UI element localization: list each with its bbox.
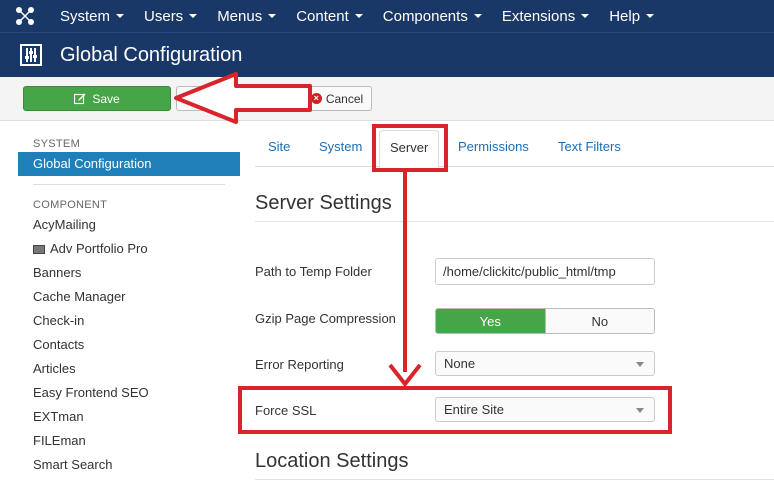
menu-label: System: [60, 7, 111, 25]
sidebar-item-label: Adv Portfolio Pro: [50, 241, 148, 256]
menu-label: Components: [382, 7, 468, 25]
sidebar-item-label: Cache Manager: [33, 289, 126, 304]
config-tabs: Site System Server Permissions Text Filt…: [255, 130, 774, 168]
joomla-logo-icon[interactable]: [0, 0, 50, 32]
gzip-toggle: Yes No: [435, 308, 655, 334]
caret-down-icon: [189, 14, 198, 18]
save-label: Save: [92, 91, 120, 106]
section-divider: [255, 221, 774, 222]
sliders-icon: [20, 44, 42, 66]
caret-down-icon: [473, 14, 482, 18]
temp-folder-input[interactable]: [435, 258, 655, 285]
gzip-no-button[interactable]: No: [544, 309, 654, 333]
sidebar-item-easy-frontend-seo[interactable]: Easy Frontend SEO: [18, 381, 240, 405]
sidebar-item-acymailing[interactable]: AcyMailing: [18, 213, 240, 237]
caret-down-icon: [646, 14, 655, 18]
sidebar-divider: [33, 184, 225, 185]
sidebar-item-label: Articles: [33, 361, 76, 376]
section-divider: [255, 479, 774, 480]
image-icon: [33, 244, 45, 254]
sidebar-heading-component: COMPONENT: [33, 199, 108, 211]
toolbar: Save: [0, 77, 774, 121]
caret-down-icon: [268, 14, 277, 18]
sidebar-item-label: Banners: [33, 265, 82, 280]
caret-down-icon: [116, 14, 125, 18]
menu-label: Help: [609, 7, 641, 25]
sidebar-item-label: Global Configuration: [33, 156, 152, 171]
page-title: Global Configuration: [60, 43, 243, 66]
menu-components[interactable]: Components: [373, 0, 492, 32]
tab-text-filters[interactable]: Text Filters: [558, 139, 621, 154]
sidebar-item-cache-manager[interactable]: Cache Manager: [18, 285, 240, 309]
sidebar-item-adv-portfolio-pro[interactable]: Adv Portfolio Pro: [18, 237, 240, 261]
error-reporting-label: Error Reporting: [255, 357, 344, 372]
sidebar-item-smart-search[interactable]: Smart Search: [18, 453, 240, 477]
select-value: None: [444, 356, 476, 371]
sidebar-item-banners[interactable]: Banners: [18, 261, 240, 285]
menu-help[interactable]: Help: [599, 0, 664, 32]
menu-users[interactable]: Users: [134, 0, 207, 32]
sidebar-item-label: EXTman: [33, 409, 84, 424]
sidebar-item-articles[interactable]: Articles: [18, 357, 240, 381]
top-menu-bar: System Users Menus Content Components Ex…: [0, 0, 774, 32]
save-and-close-button[interactable]: [176, 86, 306, 111]
temp-folder-label: Path to Temp Folder: [255, 264, 372, 279]
sidebar-item-label: Easy Frontend SEO: [33, 385, 149, 400]
menu-content[interactable]: Content: [286, 0, 373, 32]
edit-icon: [74, 93, 86, 104]
page-header: Global Configuration: [0, 32, 774, 77]
sidebar: SYSTEM Global Configuration COMPONENT Ac…: [18, 132, 240, 477]
menu-label: Users: [144, 7, 184, 25]
sidebar-item-check-in[interactable]: Check-in: [18, 309, 240, 333]
sidebar-item-label: Check-in: [33, 313, 85, 328]
menu-label: Content: [296, 7, 349, 25]
menu-label: Menus: [217, 7, 263, 25]
location-settings-heading: Location Settings: [255, 450, 409, 472]
menu-menus[interactable]: Menus: [207, 0, 286, 32]
sidebar-item-label: Smart Search: [33, 457, 113, 472]
save-button[interactable]: Save: [23, 86, 171, 111]
menu-system[interactable]: System: [50, 0, 134, 32]
tab-permissions[interactable]: Permissions: [458, 139, 529, 154]
tab-site[interactable]: Site: [268, 139, 290, 154]
annotation-box-server-tab: [372, 124, 448, 172]
sidebar-heading-system: SYSTEM: [33, 138, 81, 150]
error-reporting-select[interactable]: None: [435, 351, 655, 376]
menu-label: Extensions: [501, 7, 576, 25]
gzip-label: Gzip Page Compression: [255, 311, 396, 326]
sidebar-item-contacts[interactable]: Contacts: [18, 333, 240, 357]
cancel-label: Cancel: [325, 91, 364, 106]
cancel-button[interactable]: × Cancel: [302, 86, 372, 111]
caret-down-icon: [354, 14, 363, 18]
cancel-icon: ×: [310, 93, 322, 104]
caret-down-icon: [581, 14, 590, 18]
sidebar-item-global-configuration[interactable]: Global Configuration: [18, 152, 240, 176]
sidebar-item-label: Contacts: [33, 337, 85, 352]
sidebar-item-fileman[interactable]: FILEman: [18, 429, 240, 453]
sidebar-item-label: FILEman: [33, 433, 86, 448]
sidebar-item-extman[interactable]: EXTman: [18, 405, 240, 429]
server-settings-heading: Server Settings: [255, 192, 392, 214]
annotation-arrow-down-head: [388, 363, 422, 388]
gzip-yes-button[interactable]: Yes: [436, 309, 545, 333]
dropdown-arrow-icon: [636, 362, 644, 367]
menu-extensions[interactable]: Extensions: [492, 0, 599, 32]
annotation-box-force-ssl: [238, 386, 672, 434]
tab-system[interactable]: System: [319, 139, 362, 154]
sidebar-item-label: AcyMailing: [33, 217, 96, 232]
